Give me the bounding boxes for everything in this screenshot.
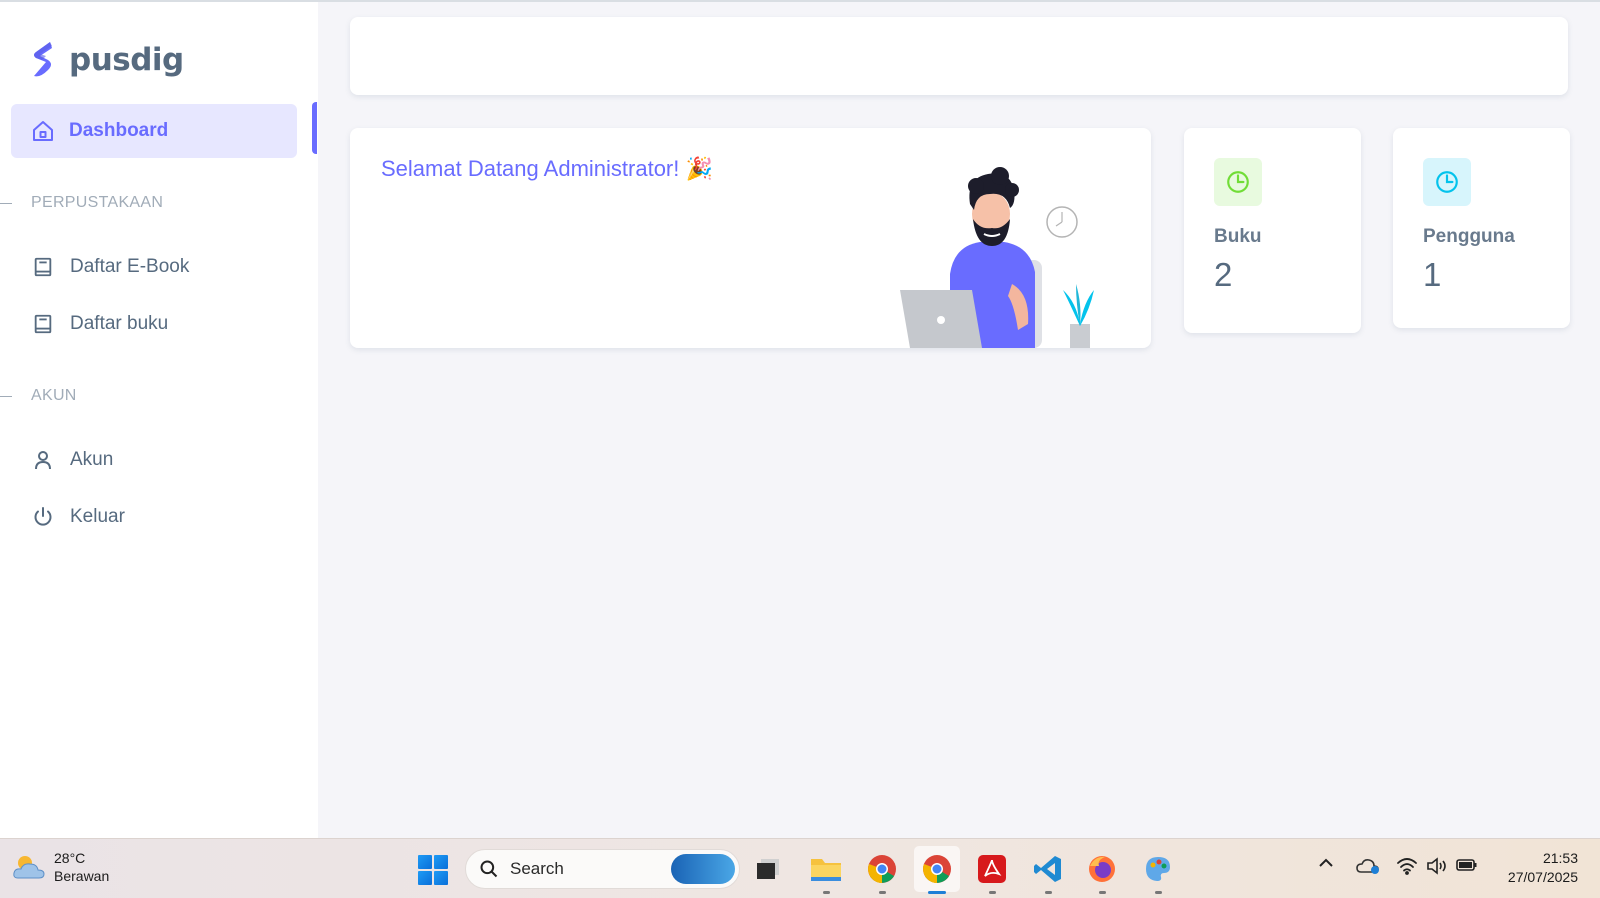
search-highlight-image <box>671 854 735 884</box>
brand-logo-icon <box>34 42 52 77</box>
sidebar-item-label: Keluar <box>70 506 125 527</box>
sidebar-item-label: Daftar buku <box>70 313 169 334</box>
wifi-icon[interactable] <box>1396 857 1418 875</box>
windows-start-button[interactable] <box>418 855 448 885</box>
volume-icon[interactable] <box>1426 857 1448 875</box>
sidebar: pusdig Dashboard <box>0 2 318 838</box>
stat-card-pengguna: Pengguna 1 <box>1393 128 1570 328</box>
clock-date: 27/07/2025 <box>1507 869 1578 885</box>
brand-name: pusdig <box>69 42 184 78</box>
brand[interactable]: pusdig <box>30 40 184 80</box>
acrobat-icon[interactable] <box>974 851 1010 894</box>
book-icon <box>31 312 55 336</box>
stat-title: Buku <box>1214 226 1262 247</box>
welcome-card: Selamat Datang Administrator! 🎉 <box>350 128 1151 348</box>
windows-taskbar: 28°C Berawan Search 21:53 27/07/2025 <box>0 838 1600 898</box>
system-clock[interactable]: 21:53 27/07/2025 <box>1508 849 1578 887</box>
taskbar-search[interactable]: Search <box>465 849 740 889</box>
home-icon <box>31 119 55 143</box>
section-header-akun: AKUN <box>0 387 77 405</box>
welcome-title: Selamat Datang Administrator! 🎉 <box>381 156 713 181</box>
man-with-laptop-illustration <box>900 167 1094 348</box>
active-indicator <box>312 102 317 154</box>
sidebar-item-dashboard[interactable]: Dashboard <box>11 104 297 158</box>
show-hidden-icons-chevron-up-icon[interactable] <box>1318 857 1334 869</box>
stat-title: Pengguna <box>1423 226 1515 247</box>
chrome-icon[interactable] <box>864 851 900 894</box>
chrome-icon[interactable] <box>914 846 960 894</box>
file-explorer-icon[interactable] <box>808 851 844 894</box>
section-header-perpustakaan: PERPUSTAKAAN <box>0 194 163 212</box>
sidebar-item-keluar[interactable]: Keluar <box>31 505 125 529</box>
firefox-icon[interactable] <box>1084 851 1120 894</box>
weather-temp: 28°C <box>54 850 86 866</box>
task-view-icon[interactable] <box>750 851 786 887</box>
pie-chart-icon <box>1214 158 1262 206</box>
stat-card-buku: Buku 2 <box>1184 128 1361 333</box>
stat-value: 1 <box>1423 256 1442 293</box>
sidebar-item-label: Akun <box>70 449 114 470</box>
sidebar-item-akun[interactable]: Akun <box>31 448 113 472</box>
power-icon <box>31 505 55 529</box>
clock-time: 21:53 <box>1542 850 1578 866</box>
top-navbar <box>350 17 1568 95</box>
search-icon <box>480 860 498 878</box>
paint-icon[interactable] <box>1140 851 1176 894</box>
pie-chart-icon <box>1423 158 1471 206</box>
stat-value: 2 <box>1214 256 1233 293</box>
sidebar-item-daftar-buku[interactable]: Daftar buku <box>31 312 168 336</box>
vscode-icon[interactable] <box>1030 851 1066 894</box>
sidebar-item-label: Dashboard <box>69 120 169 141</box>
sidebar-item-label: Daftar E-Book <box>70 256 190 277</box>
battery-charging-icon[interactable] <box>1456 857 1478 873</box>
search-placeholder: Search <box>510 859 564 878</box>
book-icon <box>31 255 55 279</box>
onedrive-cloud-icon[interactable] <box>1356 857 1380 875</box>
sidebar-item-daftar-ebook[interactable]: Daftar E-Book <box>31 255 189 279</box>
weather-condition: Berawan <box>54 868 110 884</box>
cloud-sun-icon <box>13 856 45 879</box>
user-icon <box>31 448 55 472</box>
weather-widget[interactable]: 28°C Berawan <box>12 849 109 885</box>
